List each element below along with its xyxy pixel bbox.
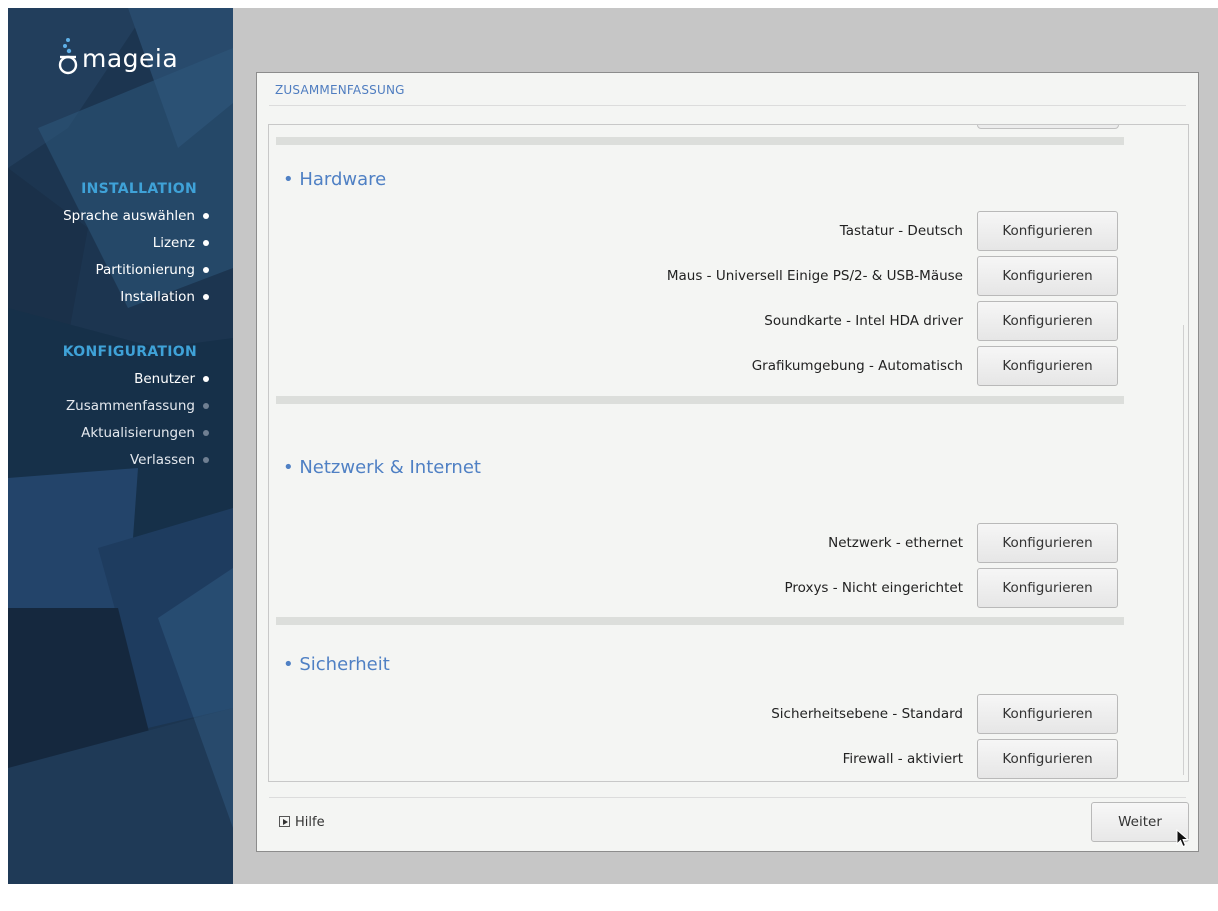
dialog-title: ZUSAMMENFASSUNG	[275, 83, 405, 97]
help-expander[interactable]: Hilfe	[279, 813, 325, 833]
nav-item-benutzer[interactable]: Benutzer	[134, 368, 209, 390]
summary-scroll-panel[interactable]: • Hardware Tastatur - Deutsch Konfigurie…	[268, 124, 1189, 782]
nav-section-konfiguration: KONFIGURATION	[62, 344, 197, 360]
hardware-keyboard-label: Tastatur - Deutsch	[839, 223, 963, 239]
desktop: mageia INSTALLATION Sprache auswählen Li…	[8, 8, 1218, 884]
section-separator	[276, 396, 1124, 404]
step-done-dot-icon	[203, 213, 209, 219]
partially-hidden-button[interactable]	[977, 125, 1119, 129]
vertical-scrollbar[interactable]	[1183, 325, 1184, 775]
nav-item-label: Zusammenfassung	[65, 398, 195, 414]
security-level-label: Sicherheitsebene - Standard	[771, 706, 963, 722]
section-separator	[276, 617, 1124, 625]
mageia-logo: mageia	[58, 36, 208, 82]
configure-network-button[interactable]: Konfigurieren	[977, 523, 1118, 563]
nav-item-label: Sprache auswählen	[63, 208, 195, 224]
step-pending-dot-icon	[203, 457, 209, 463]
step-done-dot-icon	[203, 376, 209, 382]
section-title-hardware: • Hardware	[283, 169, 387, 190]
mouse-pointer-icon	[1176, 829, 1190, 848]
nav-item-partitionierung[interactable]: Partitionierung	[95, 259, 209, 281]
hardware-mouse-label: Maus - Universell Einige PS/2- & USB-Mäu…	[666, 268, 963, 284]
security-firewall-label: Firewall - aktiviert	[842, 751, 963, 767]
expand-arrow-icon	[279, 816, 290, 827]
step-done-dot-icon	[203, 240, 209, 246]
configure-keyboard-button[interactable]: Konfigurieren	[977, 211, 1118, 251]
configure-firewall-button[interactable]: Konfigurieren	[977, 739, 1118, 779]
section-title-security: • Sicherheit	[283, 654, 390, 675]
nav-item-zusammenfassung[interactable]: Zusammenfassung	[65, 395, 209, 417]
nav-item-label: Benutzer	[134, 371, 195, 387]
mageia-logo-text: mageia	[82, 44, 179, 73]
configure-mouse-button[interactable]: Konfigurieren	[977, 256, 1118, 296]
next-button[interactable]: Weiter	[1091, 802, 1189, 842]
nav-item-label: Installation	[120, 289, 195, 305]
network-ethernet-label: Netzwerk - ethernet	[828, 535, 963, 551]
section-title-network: • Netzwerk & Internet	[283, 457, 481, 478]
help-label: Hilfe	[295, 815, 325, 830]
nav-item-aktualisierungen[interactable]: Aktualisierungen	[81, 422, 209, 444]
nav-item-label: Aktualisierungen	[81, 425, 195, 441]
nav-item-sprache[interactable]: Sprache auswählen	[63, 205, 209, 227]
step-done-dot-icon	[203, 267, 209, 273]
configure-soundcard-button[interactable]: Konfigurieren	[977, 301, 1118, 341]
configure-graphics-button[interactable]: Konfigurieren	[977, 346, 1118, 386]
sidebar-background-art	[8, 8, 233, 884]
hardware-graphics-label: Grafikumgebung - Automatisch	[751, 358, 963, 374]
network-proxy-label: Proxys - Nicht eingerichtet	[784, 580, 963, 596]
nav-item-label: Lizenz	[152, 235, 195, 251]
summary-dialog: ZUSAMMENFASSUNG • Hardware Tastatur - De…	[256, 72, 1199, 852]
title-divider	[269, 105, 1186, 106]
nav-item-installation[interactable]: Installation	[120, 286, 209, 308]
configure-proxy-button[interactable]: Konfigurieren	[977, 568, 1118, 608]
nav-item-verlassen[interactable]: Verlassen	[130, 449, 209, 471]
nav-item-label: Partitionierung	[95, 262, 195, 278]
section-separator	[276, 137, 1124, 145]
step-pending-dot-icon	[203, 403, 209, 409]
step-done-dot-icon	[203, 294, 209, 300]
step-pending-dot-icon	[203, 430, 209, 436]
configure-security-button[interactable]: Konfigurieren	[977, 694, 1118, 734]
nav-item-label: Verlassen	[130, 452, 195, 468]
sidebar: mageia INSTALLATION Sprache auswählen Li…	[8, 8, 233, 884]
hardware-soundcard-label: Soundkarte - Intel HDA driver	[764, 313, 963, 329]
footer-divider	[269, 797, 1186, 798]
nav-item-lizenz[interactable]: Lizenz	[152, 232, 209, 254]
nav-section-installation: INSTALLATION	[81, 181, 197, 197]
mageia-cauldron-icon	[58, 38, 78, 75]
